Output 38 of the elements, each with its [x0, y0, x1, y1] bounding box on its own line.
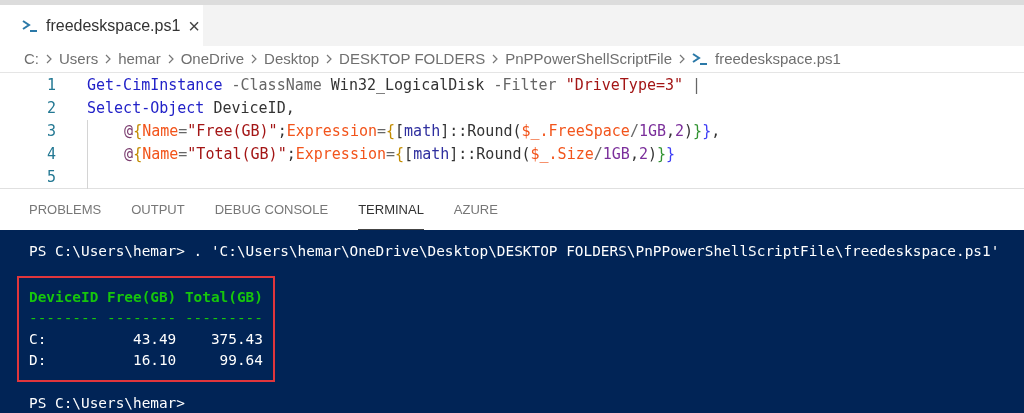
breadcrumb-item[interactable]: DESKTOP FOLDERS — [339, 47, 486, 71]
chevron-icon — [167, 54, 174, 64]
chevron-icon — [679, 54, 685, 64]
code-line: @{Name="Total(GB)";Expression={[math]::Round($_.Size/1GB,2)}} — [87, 143, 676, 166]
terminal-prompt: PS C:\Users\hemar> — [29, 394, 186, 413]
terminal-output-line: D: 16.10 99.64 — [29, 351, 263, 370]
line-number: 3 — [45, 121, 56, 143]
breadcrumb-item[interactable]: hemar — [118, 47, 161, 71]
editor-tab[interactable]: freedeskspace.ps1 × — [0, 5, 203, 46]
breadcrumb-item[interactable]: PnPPowerShellScriptFile — [505, 47, 672, 71]
code-line: @{Name="Free(GB)";Expression={[math]::Round($_.FreeSpace/1GB,2)}}, — [87, 120, 721, 143]
breadcrumb-item[interactable]: Desktop — [264, 47, 320, 71]
panel-tab[interactable]: DEBUG CONSOLE — [214, 199, 329, 230]
breadcrumb-item[interactable]: OneDrive — [180, 47, 245, 71]
chevron-icon — [105, 54, 112, 64]
terminal-output-line: -------- -------- --------- — [29, 309, 263, 328]
terminal-output-line: DeviceID Free(GB) Total(GB) — [29, 288, 263, 307]
breadcrumb-item[interactable]: freedeskspace.ps1 — [715, 47, 841, 71]
line-number: 4 — [45, 144, 56, 166]
terminal-command-line: PS C:\Users\hemar> . 'C:\Users\hemar\OneDrive\Desktop\DESKTOP FOLDERS\PnPPowerShellScriptFile\freedeskspace.ps1' — [29, 242, 1001, 261]
powershell-icon — [22, 19, 38, 32]
close-icon[interactable]: × — [188, 10, 200, 41]
chevron-icon — [492, 54, 499, 64]
panel-tab[interactable]: PROBLEMS — [29, 199, 102, 230]
powershell-icon — [692, 53, 708, 65]
chevron-icon — [251, 54, 258, 64]
line-number: 1 — [45, 75, 56, 97]
breadcrumb-item[interactable]: C: — [24, 47, 39, 71]
terminal-output-line: C: 43.49 375.43 — [29, 330, 263, 349]
chevron-icon — [326, 54, 333, 64]
chevron-icon — [46, 54, 52, 64]
code-line: Select-Object DeviceID, — [87, 98, 295, 120]
panel-tab[interactable]: AZURE — [453, 199, 498, 230]
panel-tab[interactable]: OUTPUT — [131, 199, 185, 230]
code-line: Get-CimInstance -ClassName Win32_LogicalDisk -Filter "DriveType=3" | — [87, 75, 702, 97]
line-number: 2 — [45, 98, 56, 120]
line-number: 5 — [45, 167, 56, 189]
breadcrumb-item[interactable]: Users — [59, 47, 99, 71]
